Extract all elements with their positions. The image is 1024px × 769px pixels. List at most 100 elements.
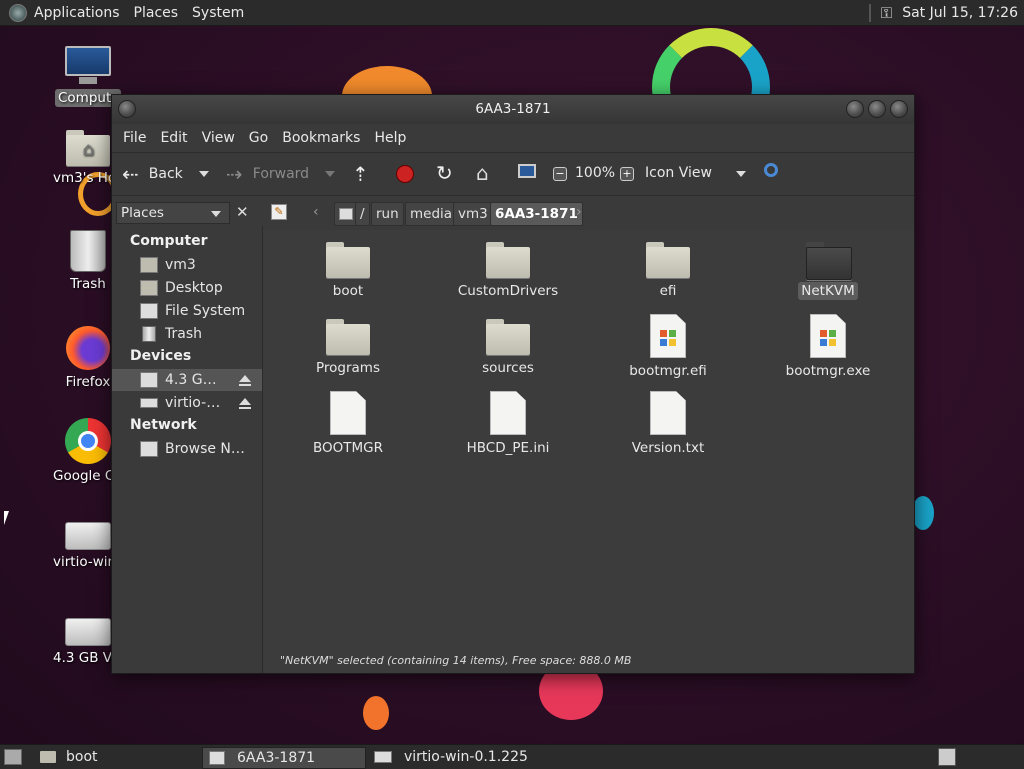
taskbar-item-boot[interactable]: boot — [36, 747, 196, 767]
file-item-bootmgr-efi[interactable]: bootmgr.efi — [608, 314, 728, 380]
edit-location-icon[interactable]: ✎ — [271, 204, 287, 220]
back-history-dropdown[interactable] — [199, 171, 209, 177]
distro-logo-icon[interactable] — [9, 3, 27, 22]
forward-button[interactable]: ⇢ Forward — [226, 153, 309, 195]
sidebar-item-label: Trash — [165, 326, 202, 342]
sidebar-item-filesystem[interactable]: File System — [112, 300, 262, 322]
breadcrumb-right-arrow-icon[interactable]: › — [576, 204, 582, 220]
taskbar-item-label: 6AA3-1871 — [237, 750, 316, 766]
keyring-icon[interactable]: ⚿ — [881, 4, 892, 22]
up-arrow-icon[interactable]: ⇡ — [352, 162, 369, 186]
menu-go[interactable]: Go — [242, 130, 275, 146]
chrome-icon — [65, 418, 111, 464]
sidebar-item-label: 4.3 GB Volume — [165, 372, 225, 388]
menu-edit[interactable]: Edit — [153, 130, 194, 146]
view-mode-dropdown[interactable] — [736, 171, 746, 177]
file-manager-icon — [209, 751, 225, 765]
file-item-efi[interactable]: efi — [608, 242, 728, 300]
show-desktop-icon[interactable] — [4, 749, 22, 765]
wallpaper-small-blob — [363, 696, 389, 730]
file-item-customdrivers[interactable]: CustomDrivers — [448, 242, 568, 300]
sidebar-item-virtio[interactable]: virtio-win-0.1.225 — [112, 392, 262, 414]
drive-icon — [374, 751, 392, 763]
zoom-in-icon[interactable]: + — [620, 167, 634, 181]
workspace-switcher[interactable] — [938, 748, 956, 766]
file-item-hbcd-pe-ini[interactable]: HBCD_PE.ini — [448, 391, 568, 457]
sidebar-selector[interactable]: Places — [116, 202, 230, 224]
sidebar-header-devices: Devices — [130, 348, 192, 364]
trash-icon — [142, 326, 156, 342]
file-item-programs[interactable]: Programs — [288, 319, 408, 377]
file-item-bootmgr-exe[interactable]: bootmgr.exe — [768, 314, 888, 380]
sidebar-item-label: vm3 — [165, 257, 196, 273]
breadcrumb-current[interactable]: 6AA3-1871 — [490, 202, 583, 226]
minimize-button[interactable] — [846, 100, 864, 118]
breadcrumb-media[interactable]: media — [405, 202, 458, 226]
chevron-down-icon — [211, 211, 221, 217]
toolbar: ⇠ Back ⇢ Forward ⇡ ↻ ⌂ − 100% + Icon Vie… — [112, 152, 914, 196]
taskbar-item-6aa3-1871[interactable]: 6AA3-1871 — [202, 747, 366, 769]
eject-icon[interactable] — [239, 397, 251, 409]
sidebar-item-label: Desktop — [165, 280, 223, 296]
file-label: Programs — [316, 360, 380, 376]
places-sidebar: Computer vm3 Desktop File System Trash D… — [112, 226, 263, 673]
file-label: bootmgr.exe — [785, 363, 871, 379]
close-sidebar-icon[interactable]: ✕ — [236, 203, 249, 221]
computer-icon[interactable] — [518, 164, 536, 178]
window-titlebar[interactable]: 6AA3-1871 — [112, 95, 914, 124]
back-label: Back — [148, 166, 183, 182]
status-bar: "NetKVM" selected (containing 14 items),… — [280, 654, 632, 667]
sidebar-item-browse-network[interactable]: Browse Network — [112, 438, 262, 460]
clock[interactable]: Sat Jul 15, 17:26 — [902, 5, 1018, 21]
breadcrumb-vm3[interactable]: vm3 — [453, 202, 493, 226]
maximize-button[interactable] — [868, 100, 886, 118]
desktop-folder-icon — [140, 280, 158, 296]
view-mode-select[interactable]: Icon View — [645, 165, 712, 181]
applications-menu[interactable]: Applications — [27, 5, 127, 21]
breadcrumb-root[interactable]: / — [355, 202, 370, 226]
eject-icon[interactable] — [239, 374, 251, 386]
computer-icon — [65, 46, 111, 86]
taskbar-item-virtio[interactable]: virtio-win-0.1.225 — [370, 747, 550, 767]
home-folder-icon — [140, 257, 158, 273]
file-item-netkvm[interactable]: NetKVM — [768, 242, 888, 300]
file-label: efi — [659, 283, 677, 299]
menu-bookmarks[interactable]: Bookmarks — [275, 130, 367, 146]
sidebar-item-desktop[interactable]: Desktop — [112, 277, 262, 299]
filesystem-icon — [140, 303, 158, 319]
stop-icon[interactable] — [396, 165, 414, 183]
mouse-cursor-icon — [4, 511, 9, 525]
sidebar-item-trash[interactable]: Trash — [112, 323, 262, 345]
system-menu[interactable]: System — [185, 5, 251, 21]
menu-help[interactable]: Help — [367, 130, 413, 146]
window-menu-button[interactable] — [118, 100, 136, 118]
home-icon[interactable]: ⌂ — [476, 161, 489, 185]
folder-icon — [806, 242, 852, 280]
menu-view[interactable]: View — [195, 130, 242, 146]
sidebar-item-vm3[interactable]: vm3 — [112, 254, 262, 276]
places-menu[interactable]: Places — [127, 5, 186, 21]
file-label: sources — [482, 360, 534, 376]
zoom-out-icon[interactable]: − — [553, 167, 567, 181]
breadcrumb-run[interactable]: run — [371, 202, 404, 226]
reload-icon[interactable]: ↻ — [436, 161, 453, 185]
back-button[interactable]: ⇠ Back — [122, 153, 183, 195]
forward-history-dropdown[interactable] — [325, 171, 335, 177]
file-label: BOOTMGR — [312, 440, 383, 456]
file-item-version-txt[interactable]: Version.txt — [608, 391, 728, 457]
menu-file[interactable]: File — [116, 130, 153, 146]
file-label: boot — [332, 283, 364, 299]
file-item-boot[interactable]: boot — [288, 242, 408, 300]
file-label: HBCD_PE.ini — [466, 440, 550, 456]
folder-icon — [486, 242, 530, 278]
breadcrumb-left-arrow-icon[interactable]: ‹ — [313, 204, 319, 220]
file-item-bootmgr[interactable]: BOOTMGR — [288, 391, 408, 457]
file-label: bootmgr.efi — [629, 363, 707, 379]
folder-icon — [40, 751, 56, 763]
menubar: File Edit View Go Bookmarks Help — [112, 124, 914, 152]
search-icon[interactable] — [764, 163, 778, 177]
close-button[interactable] — [890, 100, 908, 118]
file-item-sources[interactable]: sources — [448, 319, 568, 377]
bottom-panel: boot 6AA3-1871 virtio-win-0.1.225 — [0, 744, 1024, 769]
sidebar-item-volume[interactable]: 4.3 GB Volume — [112, 369, 262, 391]
